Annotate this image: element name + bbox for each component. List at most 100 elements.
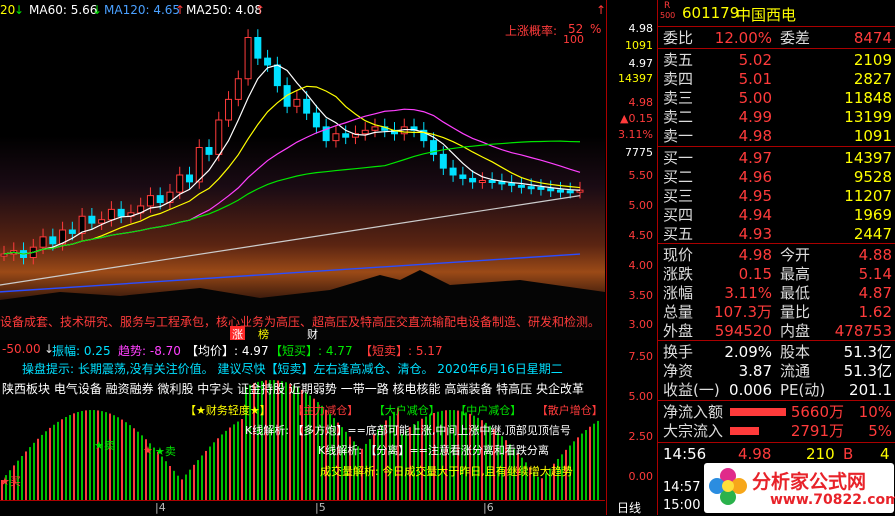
ma60-label: MA60: 5.66 <box>29 3 98 17</box>
divider <box>658 146 895 147</box>
xtick: |6 <box>483 501 494 514</box>
kline-canvas <box>0 29 605 340</box>
axis-tick: 5.50 <box>628 169 654 182</box>
tick-num: 4 <box>880 445 890 463</box>
marker-zhang: 涨 <box>230 326 245 340</box>
ask-price: 4.98 <box>738 127 772 145</box>
tag-main: 【主力减仓】 <box>292 404 359 417</box>
candle-body <box>371 126 379 131</box>
flow-label: 净流入额 <box>663 403 724 421</box>
stat-value: 3.11% <box>724 284 772 302</box>
divider <box>658 48 895 49</box>
stat-label: 量比 <box>780 303 811 321</box>
trend-value: 趋势: -8.70 <box>118 344 181 358</box>
flow-pct: 5% <box>868 422 892 440</box>
weibi-label: 委比 <box>663 29 694 47</box>
indicator-panel[interactable]: -50.00 ↓ 振幅: 0.25 趋势: -8.70 【均价】: 4.97 【… <box>0 340 605 500</box>
candle-body <box>0 253 8 257</box>
bid-row: 买二 4.96 9528 <box>658 167 895 187</box>
r-num: 500 <box>660 11 676 20</box>
tick-time: 14:56 <box>663 445 707 463</box>
stat-value: 4.87 <box>858 284 892 302</box>
kline-analysis-1: K线解析: 【多方炮】==底部可能上涨,中间上涨中继,顶部见顶信号 <box>245 424 571 437</box>
indicator-axis: 7.50 5.00 2.50 0.00 日线 <box>606 340 657 515</box>
ask-label: 卖二 <box>663 108 694 126</box>
ask-volume: 2109 <box>853 51 892 69</box>
candle-body <box>556 189 564 193</box>
stat-label: 收益(一) <box>663 381 720 399</box>
rise-prob-label: 上涨概率: <box>505 24 558 38</box>
candle-body <box>176 174 184 193</box>
axis-tick: 3.00 <box>628 318 654 331</box>
stat-value: 51.3亿 <box>843 343 892 361</box>
candle-body <box>156 195 164 203</box>
ma120-arrow: ↑ <box>175 3 186 17</box>
bid-row: 买五 4.93 2447 <box>658 224 895 244</box>
ask-row: 卖五 5.02 2109 <box>658 50 895 70</box>
bid-volume: 14397 <box>844 149 892 167</box>
candle-body <box>107 208 115 221</box>
axis-label: 1091 <box>625 39 653 52</box>
bid-volume: 9528 <box>853 168 892 186</box>
candle-body <box>166 191 174 203</box>
company-scroll-text: 设备成套、技术研究、服务与工程承包，核心业务为高压、超高压及特高压交直流输配电设… <box>0 315 601 329</box>
tag-mid: 【中户减仓】 <box>455 404 522 417</box>
sell-marker-2: ★卖 <box>155 445 176 458</box>
ma60-arrow: ↓ <box>92 3 103 17</box>
flow-pct: 10% <box>858 403 892 421</box>
tick-price: 4.98 <box>738 445 772 463</box>
avg-price-value: 【均价】: 4.97 <box>186 344 269 358</box>
stat-row: 涨幅 3.11% 最低 4.87 <box>658 283 895 303</box>
ma250-arrow: ↑ <box>255 3 266 17</box>
axis-tick: 7.50 <box>628 350 654 363</box>
ma-line <box>3 85 581 255</box>
candle-body <box>342 133 350 138</box>
stat-label: 最高 <box>780 265 811 283</box>
bid-volume: 1969 <box>853 206 892 224</box>
tick-time-2: 14:57 <box>663 480 701 495</box>
bid-volume: 11207 <box>844 187 892 205</box>
axis-label: 3.11% <box>618 128 653 141</box>
candle-body <box>195 147 203 183</box>
stat-value: 0.15 <box>738 265 772 283</box>
stat-label: 内盘 <box>780 322 811 340</box>
candle-body <box>205 147 213 155</box>
short-sell-value: 【短卖】: 5.17 <box>360 344 443 358</box>
ma-legend-bar: 20 ↓ MA60: 5.66 ↓ MA120: 4.65 ↑ MA250: 4… <box>0 0 605 20</box>
stat-label: 今开 <box>780 246 811 264</box>
weibi-row: 委比 12.00% 委差 8474 <box>658 28 895 48</box>
rise-prob-unit: % <box>590 22 602 36</box>
bid-price: 4.95 <box>738 187 772 205</box>
stock-name[interactable]: 中国西电 <box>736 4 796 25</box>
watermark-logo: 分析家公式网 www.70822.com <box>704 463 895 513</box>
flow-bar <box>730 408 786 416</box>
axis-tick: 5.00 <box>628 199 654 212</box>
axis-label: 4.97 <box>628 57 654 70</box>
weibi-value: 12.00% <box>714 29 772 47</box>
day-line-button[interactable]: 日线 <box>617 499 641 516</box>
candle-body <box>527 186 535 190</box>
position-tags: 【★财务轻度★】 【主力减仓】 【大户减仓】 【中户减仓】 【散户增仓】 <box>185 402 603 418</box>
tag-big: 【大户减仓】 <box>373 404 440 417</box>
stat-value: 51.3亿 <box>843 362 892 380</box>
ask-volume: 11848 <box>844 89 892 107</box>
volume-analysis: 成交量解析: 今日成交量大于昨日,且有继续增大趋势 <box>320 465 573 478</box>
axis-label: 4.98 <box>628 22 654 35</box>
stat-value: 0.006 <box>729 381 772 399</box>
stat-row: 总量 107.3万 量比 1.62 <box>658 302 895 322</box>
tick-direction: B <box>843 445 854 463</box>
candle-body <box>478 180 486 183</box>
bid-label: 买二 <box>663 168 694 186</box>
candle-body <box>469 177 477 183</box>
ask-price: 5.00 <box>738 89 772 107</box>
stat-label: 换手 <box>663 343 694 361</box>
kline-chart[interactable]: 20 ↓ MA60: 5.66 ↓ MA120: 4.65 ↑ MA250: 4… <box>0 0 605 340</box>
flow-value: 2791万 <box>790 422 844 440</box>
amplitude-value: 振幅: 0.25 <box>52 344 111 358</box>
bid-price: 4.96 <box>738 168 772 186</box>
ask-price: 4.99 <box>738 108 772 126</box>
stat-label: 外盘 <box>663 322 694 340</box>
bid-price: 4.97 <box>738 149 772 167</box>
ma-right-arrow: ↑ <box>596 3 605 17</box>
candle-body <box>303 98 311 114</box>
